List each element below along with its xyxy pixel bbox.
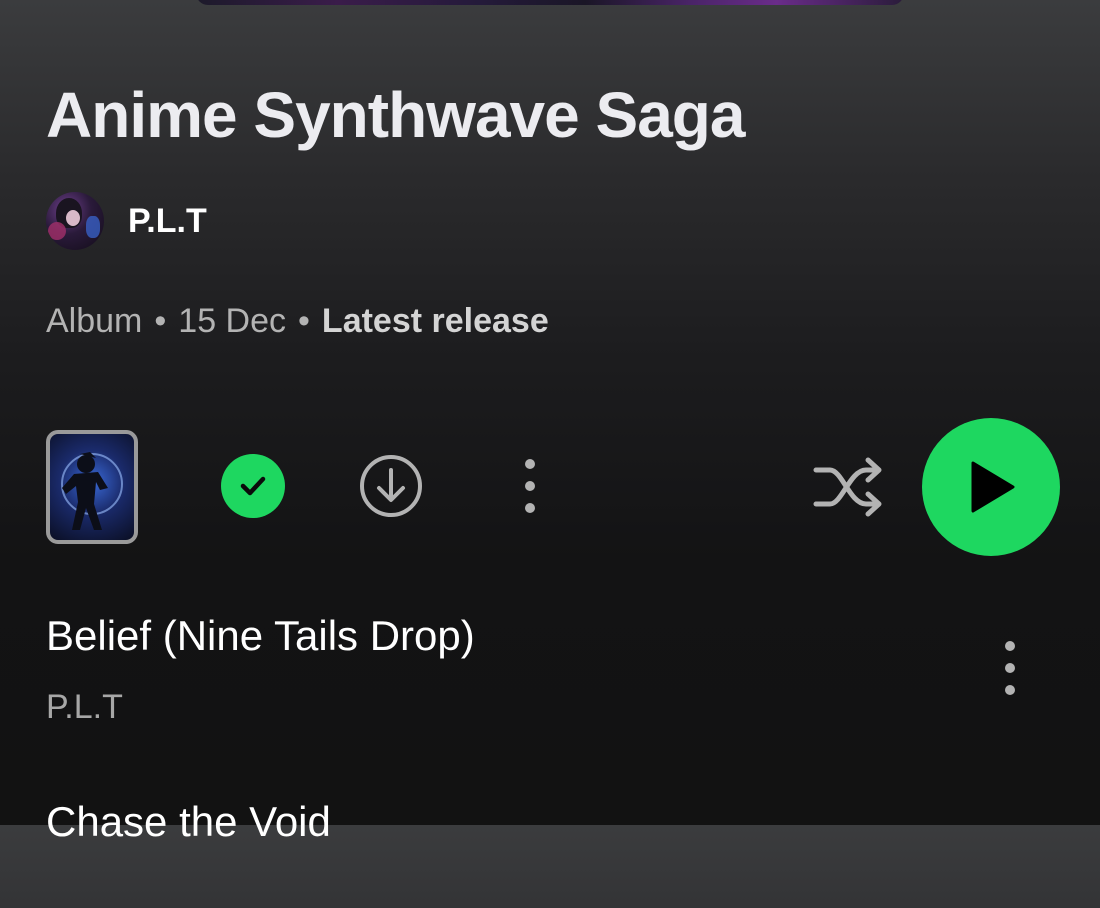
track-title[interactable]: Chase the Void <box>46 798 331 846</box>
more-vertical-icon <box>525 459 535 513</box>
track-more-options-button[interactable] <box>992 636 1028 700</box>
release-date: 15 Dec <box>178 302 287 340</box>
track-artist: P.L.T <box>46 688 123 726</box>
meta-separator: • <box>298 302 310 340</box>
track-row[interactable]: Belief (Nine Tails Drop) P.L.T <box>0 612 1100 726</box>
meta-separator: • <box>154 302 167 340</box>
saved-to-library-button[interactable] <box>221 454 285 518</box>
cover-thumbnail[interactable] <box>46 430 138 544</box>
check-icon <box>240 476 266 496</box>
album-title: Anime Synthwave Saga <box>46 79 745 151</box>
album-cover-art <box>196 0 904 5</box>
play-button[interactable] <box>922 418 1060 556</box>
download-icon <box>360 455 422 517</box>
shuffle-icon <box>813 457 882 517</box>
album-type: Album <box>46 302 143 340</box>
more-options-button[interactable] <box>512 456 548 516</box>
more-vertical-icon <box>1005 641 1015 695</box>
shuffle-button[interactable] <box>812 456 884 518</box>
track-row[interactable]: Chase the Void <box>0 798 1100 908</box>
play-icon <box>971 461 1015 513</box>
latest-release-label: Latest release <box>321 302 549 340</box>
download-button[interactable] <box>358 453 424 519</box>
action-bar <box>0 418 1100 556</box>
artist-row[interactable]: P.L.T <box>46 192 207 250</box>
artist-avatar[interactable] <box>46 192 104 250</box>
track-title[interactable]: Belief (Nine Tails Drop) <box>46 612 475 660</box>
artist-name[interactable]: P.L.T <box>128 202 207 241</box>
album-meta: Album • 15 Dec • Latest release <box>46 302 549 341</box>
